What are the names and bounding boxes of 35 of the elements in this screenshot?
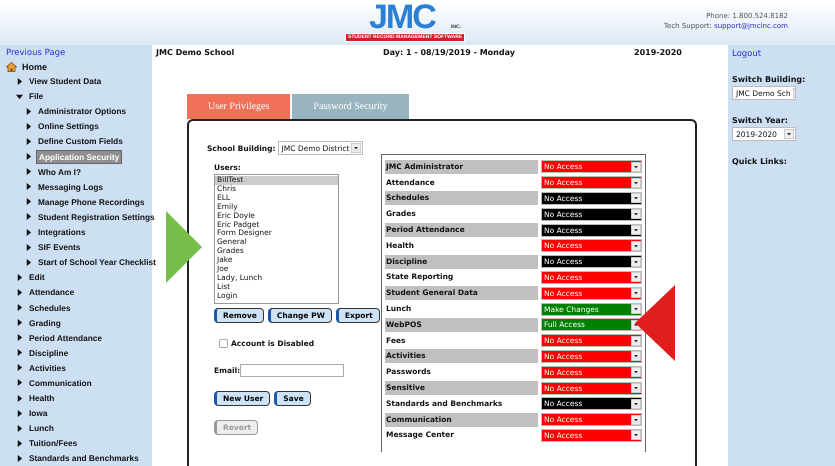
nav-item[interactable]: Health: [27, 392, 56, 404]
nav-item[interactable]: View Student Data: [27, 75, 104, 88]
nav-item[interactable]: Iowa: [27, 407, 50, 420]
nav-item[interactable]: Tuition/Fees: [27, 437, 80, 450]
day-text: Day: 1 - 08/19/2019 - Monday: [383, 48, 516, 59]
nav-item[interactable]: Define Custom Fields: [36, 135, 125, 148]
logo-wordmark: JMC: [369, 0, 435, 34]
nav-item[interactable]: Discipline: [27, 346, 70, 359]
nav-item[interactable]: SIF Events: [36, 241, 82, 254]
field-label: Switch Building:: [732, 75, 806, 84]
nav-item[interactable]: Grading: [27, 316, 63, 329]
nav-item[interactable]: Who Am I?: [36, 166, 84, 178]
nav-item[interactable]: Standards and Benchmarks: [27, 452, 141, 464]
nav-item[interactable]: Online Settings: [36, 120, 101, 132]
nav-item[interactable]: Lunch: [27, 422, 56, 434]
nav-item[interactable]: Activities: [27, 362, 68, 374]
school-name: JMC Demo School: [156, 48, 236, 59]
nav-item[interactable]: Administrator Options: [36, 105, 128, 118]
nav-item[interactable]: Edit: [27, 271, 47, 284]
nav-item[interactable]: Integrations: [36, 226, 88, 238]
logout-link[interactable]: Logout: [732, 49, 762, 59]
nav-item[interactable]: Attendance: [27, 286, 76, 298]
year-text: 2019-2020: [634, 48, 682, 59]
quick-links-heading: Quick Links:: [732, 157, 787, 166]
nav-item[interactable]: Start of School Year Checklist: [36, 256, 158, 268]
nav-item[interactable]: Period Attendance: [27, 332, 104, 344]
field-label: Switch Year:: [732, 116, 788, 125]
nav-item[interactable]: File: [27, 90, 46, 102]
nav-item[interactable]: Manage Phone Recordings: [36, 196, 146, 208]
nav-item[interactable]: Messaging Logs: [36, 180, 106, 193]
nav-item[interactable]: Student Registration Settings: [36, 210, 157, 223]
nav-item[interactable]: Communication: [27, 376, 94, 389]
previous-page-link[interactable]: Previous Page: [6, 48, 66, 58]
nav-item[interactable]: Home: [20, 61, 50, 74]
nav-item[interactable]: Schedules: [27, 302, 73, 314]
